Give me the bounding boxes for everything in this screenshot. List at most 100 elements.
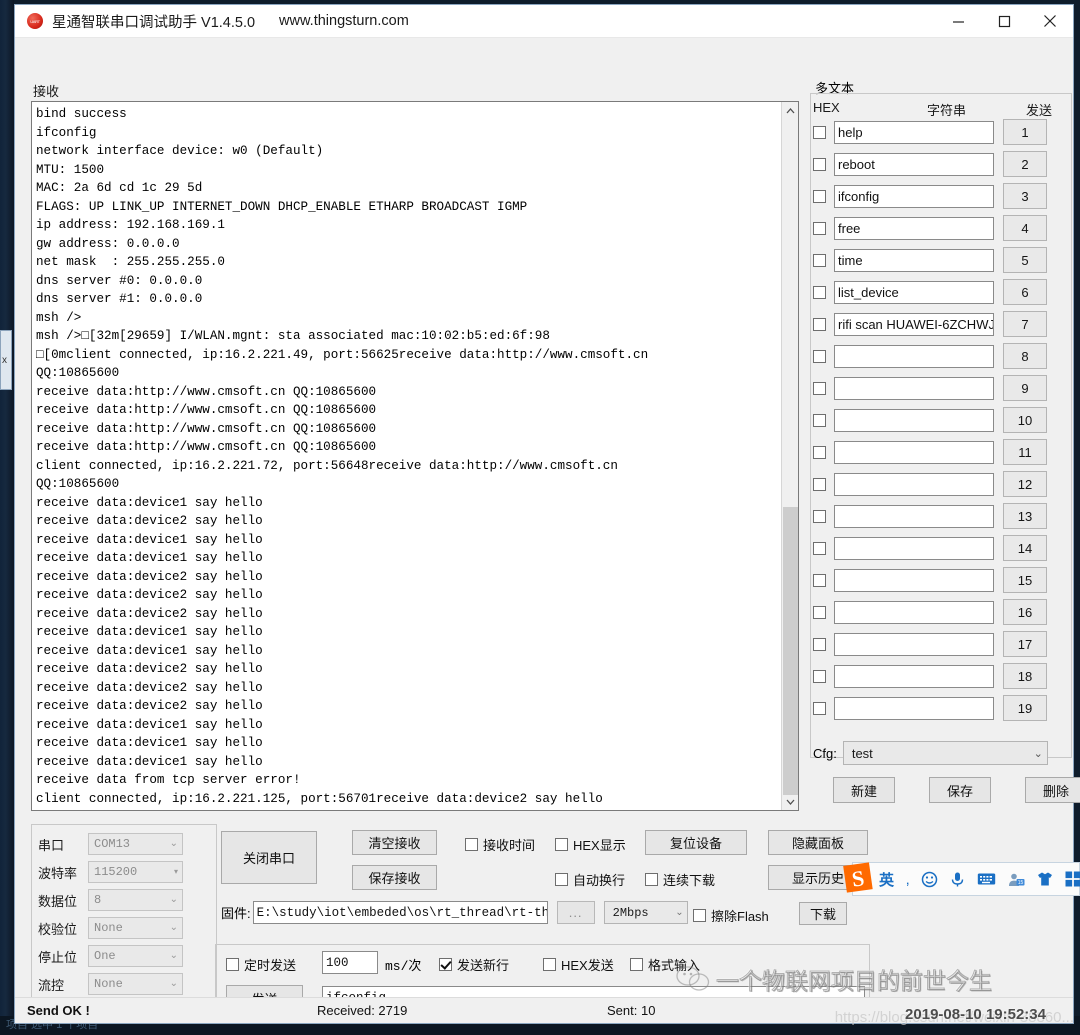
auto-wrap-checkbox[interactable]: 自动换行 — [555, 870, 625, 889]
multitext-send-button[interactable]: 9 — [1003, 375, 1047, 401]
multitext-hex-checkbox[interactable] — [813, 669, 826, 683]
multitext-hex-checkbox[interactable] — [813, 637, 826, 651]
multitext-hex-checkbox[interactable] — [813, 413, 826, 427]
scroll-down-icon[interactable] — [782, 793, 799, 810]
databits-select[interactable]: 8 ⌄ — [88, 889, 183, 911]
multitext-send-button[interactable]: 15 — [1003, 567, 1047, 593]
reset-device-button[interactable]: 复位设备 — [645, 830, 747, 855]
hex-display-checkbox[interactable]: HEX显示 — [555, 835, 626, 854]
firmware-path-input[interactable]: E:\study\iot\embeded\os\rt_thread\rt-th — [252, 901, 548, 924]
ime-skin-icon[interactable] — [1037, 871, 1053, 887]
multitext-string-input[interactable]: reboot — [834, 152, 994, 176]
multitext-send-button[interactable]: 5 — [1003, 247, 1047, 273]
multitext-string-input[interactable] — [834, 376, 994, 400]
multitext-send-button[interactable]: 3 — [1003, 183, 1047, 209]
parity-select[interactable]: None ⌄ — [88, 917, 183, 939]
receive-time-checkbox[interactable]: 接收时间 — [465, 835, 535, 854]
ime-keyboard-icon[interactable] — [977, 872, 996, 886]
multitext-send-button[interactable]: 1 — [1003, 119, 1047, 145]
flowctrl-select[interactable]: None ⌄ — [88, 973, 183, 995]
format-input-checkbox[interactable]: 格式输入 — [630, 955, 700, 974]
multitext-hex-checkbox[interactable] — [813, 221, 826, 235]
erase-flash-checkbox[interactable]: 擦除Flash — [693, 906, 769, 925]
hex-send-checkbox[interactable]: HEX发送 — [543, 955, 614, 974]
multitext-send-button[interactable]: 7 — [1003, 311, 1047, 337]
multitext-hex-checkbox[interactable] — [813, 605, 826, 619]
multitext-string-input[interactable] — [834, 632, 994, 656]
ime-microphone-icon[interactable] — [950, 871, 965, 888]
sogou-logo-icon[interactable]: S — [838, 858, 878, 898]
multitext-hex-checkbox[interactable] — [813, 349, 826, 363]
timed-send-checkbox[interactable]: 定时发送 — [226, 955, 296, 974]
multitext-string-input[interactable] — [834, 568, 994, 592]
multitext-string-input[interactable] — [834, 504, 994, 528]
scroll-up-icon[interactable] — [782, 102, 799, 119]
multitext-hex-checkbox[interactable] — [813, 253, 826, 267]
multitext-send-button[interactable]: 16 — [1003, 599, 1047, 625]
multitext-string-input[interactable] — [834, 344, 994, 368]
multitext-send-button[interactable]: 11 — [1003, 439, 1047, 465]
multitext-string-input[interactable] — [834, 664, 994, 688]
multitext-string-input[interactable] — [834, 440, 994, 464]
multitext-hex-checkbox[interactable] — [813, 189, 826, 203]
multitext-hex-checkbox[interactable] — [813, 381, 826, 395]
receive-scrollbar[interactable] — [781, 102, 798, 810]
cfg-new-button[interactable]: 新建 — [833, 777, 895, 803]
multitext-hex-checkbox[interactable] — [813, 445, 826, 459]
port-select[interactable]: COM13 ⌄ — [88, 833, 183, 855]
multitext-hex-checkbox[interactable] — [813, 157, 826, 171]
multitext-send-button[interactable]: 8 — [1003, 343, 1047, 369]
ime-punctuation-icon[interactable]: ‚ — [906, 871, 909, 888]
multitext-hex-checkbox[interactable] — [813, 285, 826, 299]
multitext-send-button[interactable]: 13 — [1003, 503, 1047, 529]
multitext-send-button[interactable]: 18 — [1003, 663, 1047, 689]
multitext-string-input[interactable] — [834, 408, 994, 432]
baud-select[interactable]: 115200 ▾ — [88, 861, 183, 883]
multitext-hex-checkbox[interactable] — [813, 317, 826, 331]
timed-interval-input[interactable]: 100 — [322, 951, 378, 974]
close-port-button[interactable]: 关闭串口 — [221, 831, 317, 884]
multitext-send-button[interactable]: 17 — [1003, 631, 1047, 657]
multitext-send-button[interactable]: 2 — [1003, 151, 1047, 177]
multitext-string-input[interactable] — [834, 600, 994, 624]
multitext-string-input[interactable] — [834, 472, 994, 496]
multitext-hex-checkbox[interactable] — [813, 701, 826, 715]
multitext-hex-checkbox[interactable] — [813, 509, 826, 523]
save-receive-button[interactable]: 保存接收 — [352, 865, 437, 890]
scrollbar-thumb[interactable] — [783, 507, 798, 795]
send-newline-checkbox[interactable]: 发送新行 — [439, 955, 509, 974]
multitext-hex-checkbox[interactable] — [813, 477, 826, 491]
multitext-send-button[interactable]: 4 — [1003, 215, 1047, 241]
multitext-string-input[interactable]: time — [834, 248, 994, 272]
clear-receive-button[interactable]: 清空接收 — [352, 830, 437, 855]
receive-log-text[interactable]: bind success ifconfig network interface … — [32, 102, 781, 810]
ime-user-icon[interactable]: 15 — [1008, 872, 1025, 887]
cfg-save-button[interactable]: 保存 — [929, 777, 991, 803]
download-speed-select[interactable]: 2Mbps ⌄ — [603, 901, 688, 924]
continuous-download-checkbox[interactable]: 连续下载 — [645, 870, 715, 889]
multitext-string-input[interactable]: list_device — [834, 280, 994, 304]
multitext-string-input[interactable]: rifi scan HUAWEI-6ZCHWJ — [834, 312, 994, 336]
multitext-hex-checkbox[interactable] — [813, 125, 826, 139]
ime-language-icon[interactable]: 英 — [879, 869, 894, 890]
multitext-send-button[interactable]: 12 — [1003, 471, 1047, 497]
cfg-delete-button[interactable]: 删除 — [1025, 777, 1080, 803]
multitext-send-button[interactable]: 14 — [1003, 535, 1047, 561]
multitext-send-button[interactable]: 6 — [1003, 279, 1047, 305]
multitext-string-input[interactable]: ifconfig — [834, 184, 994, 208]
background-side-tab[interactable]: x — [0, 330, 12, 390]
multitext-hex-checkbox[interactable] — [813, 541, 826, 555]
maximize-button[interactable] — [981, 5, 1027, 38]
close-button[interactable] — [1027, 5, 1073, 38]
multitext-string-input[interactable] — [834, 536, 994, 560]
multitext-send-button[interactable]: 10 — [1003, 407, 1047, 433]
firmware-browse-button[interactable]: ... — [556, 901, 595, 924]
multitext-hex-checkbox[interactable] — [813, 573, 826, 587]
multitext-string-input[interactable]: free — [834, 216, 994, 240]
multitext-string-input[interactable]: help — [834, 120, 994, 144]
multitext-send-button[interactable]: 19 — [1003, 695, 1047, 721]
cfg-select[interactable]: test ⌄ — [842, 741, 1048, 765]
minimize-button[interactable] — [935, 5, 981, 38]
ime-emoji-icon[interactable] — [921, 871, 938, 888]
ime-apps-icon[interactable] — [1065, 871, 1080, 887]
